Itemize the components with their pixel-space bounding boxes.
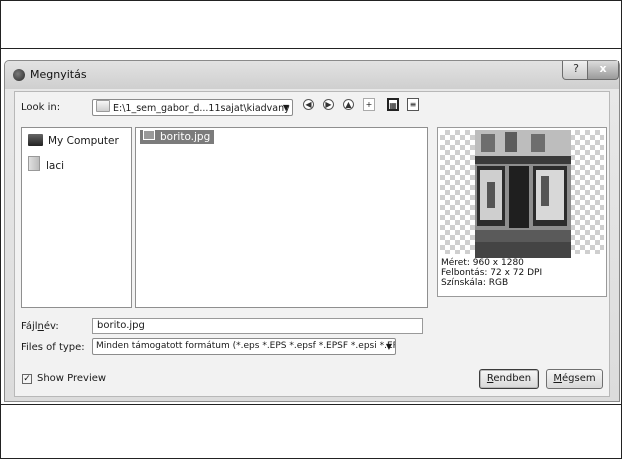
computer-icon <box>28 134 43 146</box>
chevron-down-icon: ▼ <box>385 342 392 351</box>
detail-view-icon[interactable]: ▦ <box>387 98 399 111</box>
cancel-label-rest: égsem <box>562 373 596 384</box>
show-preview-label: Show Preview <box>37 373 107 384</box>
title-bar[interactable]: Megnyitás ? x <box>5 61 619 89</box>
preview-colorspace: Színskála: RGB <box>441 278 509 288</box>
look-in-label: Look in: <box>21 102 61 113</box>
filename-input[interactable]: borito.jpg <box>92 318 423 334</box>
chevron-down-icon: ▼ <box>282 103 289 112</box>
forward-icon[interactable]: ▶ <box>323 99 334 110</box>
bottom-divider <box>0 404 622 405</box>
ok-label-rest: endben <box>493 373 532 384</box>
help-button[interactable]: ? <box>562 61 590 80</box>
preview-image <box>475 130 571 258</box>
app-icon <box>13 69 25 81</box>
sidebar-item-label: My Computer <box>48 135 119 147</box>
dialog-body: Look in: E:\1_sem_gabor_d...11sajat\kiad… <box>14 91 610 397</box>
preview-size: Méret: 960 x 1280 <box>441 258 524 268</box>
top-divider <box>0 48 622 49</box>
storefront-image <box>475 130 571 258</box>
open-file-dialog: Megnyitás ? x Look in: E:\1_sem_gabor_d.… <box>4 60 620 402</box>
up-folder-icon[interactable]: ▲ <box>343 99 354 110</box>
file-item-borito[interactable]: borito.jpg <box>140 130 215 144</box>
filename-label-suffix: év: <box>43 321 59 332</box>
dialog-title: Megnyitás <box>30 68 87 81</box>
new-folder-icon[interactable]: + <box>363 98 375 111</box>
sidebar-pane: My Computer laci <box>21 127 132 308</box>
show-preview-checkbox[interactable]: ✓ <box>22 374 32 384</box>
user-folder-icon <box>28 156 40 171</box>
filetype-value: Minden támogatott formátum (*.eps *.EPS … <box>96 341 396 351</box>
sidebar-item-my-computer[interactable]: My Computer <box>28 134 119 147</box>
ok-button[interactable]: Rendben <box>479 369 539 389</box>
sidebar-item-laci[interactable]: laci <box>28 156 64 172</box>
preview-checkerboard <box>440 130 604 258</box>
cancel-mnemonic: M <box>553 373 563 384</box>
cancel-button[interactable]: Mégsem <box>546 369 603 389</box>
file-list-pane[interactable]: borito.jpg <box>135 127 428 308</box>
preview-pane: Méret: 960 x 1280 Felbontás: 72 x 72 DPI… <box>437 127 607 297</box>
close-button[interactable]: x <box>587 61 619 80</box>
filename-label-prefix: Fájl <box>21 321 38 332</box>
preview-resolution: Felbontás: 72 x 72 DPI <box>441 268 543 278</box>
filetype-combo[interactable]: Minden támogatott formátum (*.eps *.EPS … <box>92 338 396 355</box>
back-icon[interactable]: ◀ <box>303 99 314 110</box>
filetype-label: Files of type: <box>21 342 85 353</box>
image-file-icon <box>143 130 155 140</box>
list-view-icon[interactable]: ≡ <box>407 98 419 111</box>
look-in-combo[interactable]: E:\1_sem_gabor_d...11sajat\kiadvany ▼ <box>92 99 293 116</box>
filename-label: Fájlnév: <box>21 321 59 332</box>
look-in-path: E:\1_sem_gabor_d...11sajat\kiadvany <box>113 103 290 114</box>
folder-icon <box>96 100 110 112</box>
file-name: borito.jpg <box>160 131 211 143</box>
sidebar-item-label: laci <box>46 160 65 172</box>
